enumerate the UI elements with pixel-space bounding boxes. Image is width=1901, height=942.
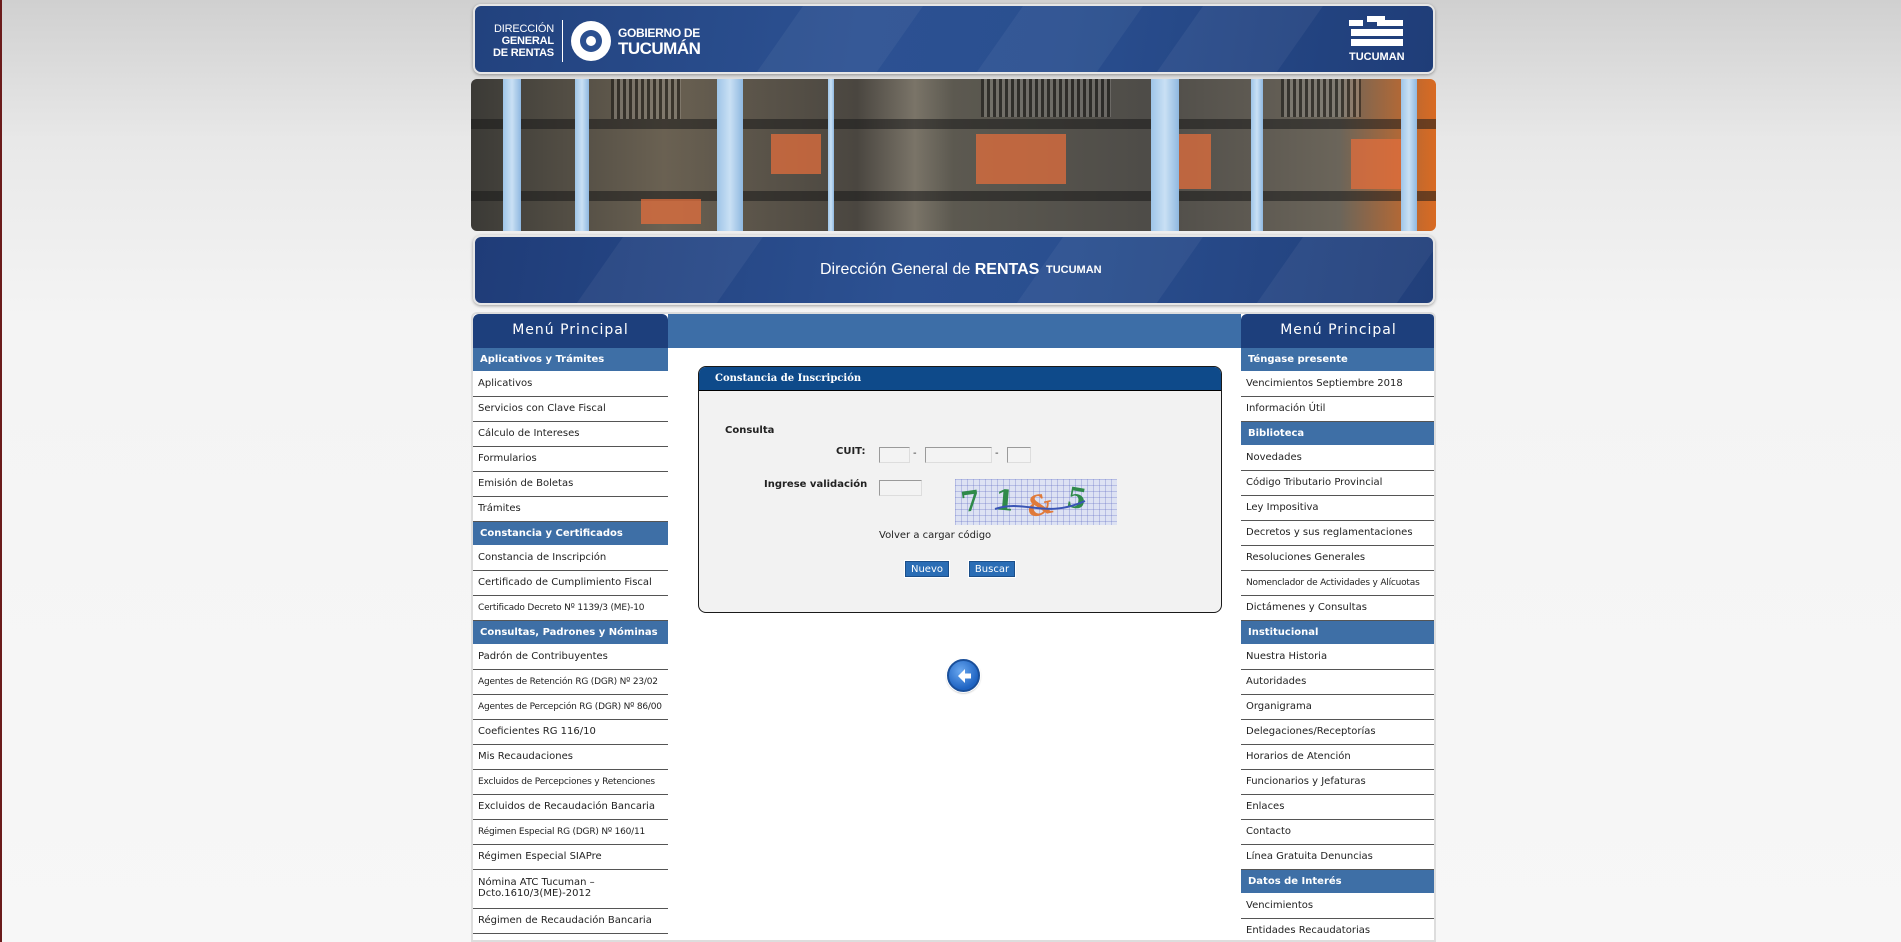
validation-input[interactable] xyxy=(879,480,922,496)
dgr-line-1: DIRECCIÓN xyxy=(494,23,554,35)
left-menu-item[interactable]: Formularios xyxy=(473,447,668,472)
right-menu-item[interactable]: Ley Impositiva xyxy=(1241,496,1434,521)
cuit-separator: - xyxy=(913,448,917,459)
left-sidebar: Menú Principal Aplicativos y Trámites Ap… xyxy=(473,314,668,934)
left-menu-item[interactable]: Régimen Especial RG (DGR) Nº 160/11 xyxy=(473,820,668,845)
cuit-check-digit-input[interactable] xyxy=(1007,447,1031,463)
left-menu-item[interactable]: Emisión de Boletas xyxy=(473,472,668,497)
right-menu-item[interactable]: Resoluciones Generales xyxy=(1241,546,1434,571)
title-bar: Dirección General de RENTAS TUCUMAN xyxy=(473,235,1435,305)
sun-logo-icon xyxy=(570,21,611,61)
right-menu-title: Menú Principal xyxy=(1241,314,1434,348)
right-menu-item[interactable]: Nuestra Historia xyxy=(1241,645,1434,670)
dgr-line-2: GENERAL xyxy=(501,35,555,47)
left-menu-item[interactable]: Excluidos de Recaudación Bancaria xyxy=(473,795,668,820)
page-wrapper: DIRECCIÓN GENERAL DE RENTAS GOBIERNO DE … xyxy=(471,0,1436,942)
right-menu-item[interactable]: Enlaces xyxy=(1241,795,1434,820)
left-section-heading: Aplicativos y Trámites xyxy=(473,348,668,372)
site-header: DIRECCIÓN GENERAL DE RENTAS GOBIERNO DE … xyxy=(473,4,1435,74)
right-menu-item[interactable]: Delegaciones/Receptorías xyxy=(1241,720,1434,745)
right-menu-item[interactable]: Vencimientos Septiembre 2018 xyxy=(1241,372,1434,397)
page-title-province: TUCUMAN xyxy=(1046,264,1102,276)
dgr-logo[interactable]: DIRECCIÓN GENERAL DE RENTAS GOBIERNO DE … xyxy=(493,18,701,64)
left-menu-item[interactable]: Nómina ATC Tucuman – Dcto.1610/3(ME)-201… xyxy=(473,870,668,909)
right-menu-item[interactable]: Dictámenes y Consultas xyxy=(1241,596,1434,621)
logo-divider xyxy=(561,20,563,62)
page-title-prefix: Dirección General de xyxy=(820,261,975,278)
left-menu-item[interactable]: Cálculo de Intereses xyxy=(473,422,668,447)
right-menu-item[interactable]: Información Útil xyxy=(1241,397,1434,422)
right-menu-item[interactable]: Línea Gratuita Denuncias xyxy=(1241,845,1434,870)
right-section-heading: Institucional xyxy=(1241,621,1434,645)
center-header-strip xyxy=(668,314,1241,348)
reload-captcha-link[interactable]: Volver a cargar código xyxy=(879,530,991,541)
gobierno-logo-text: GOBIERNO DE TUCUMÁN xyxy=(617,25,701,58)
page-title: Dirección General de RENTAS xyxy=(820,261,1039,279)
right-menu-item[interactable]: Decretos y sus reglamentaciones xyxy=(1241,521,1434,546)
validation-label: Ingrese validación xyxy=(764,479,868,490)
left-menu-item[interactable]: Aplicativos xyxy=(473,372,668,397)
cuit-prefix-input[interactable] xyxy=(879,447,910,463)
page-title-bold: RENTAS xyxy=(974,261,1040,278)
main-content-area: Menú Principal Aplicativos y Trámites Ap… xyxy=(471,312,1436,942)
back-button[interactable] xyxy=(947,659,980,692)
captcha-image: 7 1 & 5 xyxy=(955,479,1117,525)
building-photo-banner xyxy=(471,79,1436,231)
left-menu-item[interactable]: Mis Recaudaciones xyxy=(473,745,668,770)
left-menu-title: Menú Principal xyxy=(473,314,668,348)
right-section-heading: Datos de Interés xyxy=(1241,870,1434,894)
right-menu-item[interactable]: Funcionarios y Jefaturas xyxy=(1241,770,1434,795)
right-menu-item[interactable]: Nomenclador de Actividades y Alícuotas xyxy=(1241,571,1434,596)
left-menu-item[interactable]: Servicios con Clave Fiscal xyxy=(473,397,668,422)
left-menu-item[interactable]: Régimen Especial SIAPre xyxy=(473,845,668,870)
tucuman-logo[interactable]: TUCUMAN xyxy=(1349,16,1405,63)
left-menu-item[interactable]: Certificado Decreto Nº 1139/3 (ME)-10 xyxy=(473,596,668,621)
left-menu-item[interactable]: Agentes de Percepción RG (DGR) Nº 86/00 xyxy=(473,695,668,720)
left-menu-item[interactable]: Coeficientes RG 116/10 xyxy=(473,720,668,745)
cuit-number-input[interactable] xyxy=(925,447,992,463)
right-menu-item[interactable]: Autoridades xyxy=(1241,670,1434,695)
left-menu-item[interactable]: Agentes de Retención RG (DGR) Nº 23/02 xyxy=(473,670,668,695)
tucuman-stacked-bars-icon xyxy=(1349,16,1403,48)
right-menu-item[interactable]: Novedades xyxy=(1241,446,1434,471)
gob-line-2: TUCUMÁN xyxy=(617,39,701,58)
right-sidebar: Menú Principal Téngase presente Vencimie… xyxy=(1241,314,1434,940)
constancia-form-panel: Constancia de Inscripción Consulta CUIT:… xyxy=(698,366,1222,613)
right-section-heading: Biblioteca xyxy=(1241,422,1434,446)
left-menu-item[interactable]: Padrón de Contribuyentes xyxy=(473,645,668,670)
captcha-noise-line xyxy=(994,500,1086,510)
right-menu-item[interactable]: Organigrama xyxy=(1241,695,1434,720)
cuit-label: CUIT: xyxy=(836,446,866,457)
dgr-logo-text: DIRECCIÓN GENERAL DE RENTAS xyxy=(493,23,554,59)
left-menu-item[interactable]: Trámites xyxy=(473,497,668,522)
right-menu-item[interactable]: Entidades Recaudatorias xyxy=(1241,919,1434,940)
right-menu-item[interactable]: Vencimientos xyxy=(1241,894,1434,919)
right-menu-item[interactable]: Código Tributario Provincial xyxy=(1241,471,1434,496)
right-menu-item[interactable]: Contacto xyxy=(1241,820,1434,845)
consulta-label: Consulta xyxy=(725,425,775,436)
search-button[interactable]: Buscar xyxy=(968,560,1016,578)
left-menu-item[interactable]: Constancia de Inscripción xyxy=(473,546,668,571)
form-title: Constancia de Inscripción xyxy=(699,367,1221,391)
tucuman-logo-text: TUCUMAN xyxy=(1349,51,1405,63)
left-section-heading: Consultas, Padrones y Nóminas xyxy=(473,621,668,645)
left-menu-item[interactable]: Régimen de Recaudación Bancaria xyxy=(473,909,668,934)
right-menu-item[interactable]: Horarios de Atención xyxy=(1241,745,1434,770)
arrow-left-circle-icon xyxy=(958,669,971,683)
dgr-line-3: DE RENTAS xyxy=(493,47,554,59)
left-section-heading: Constancia y Certificados xyxy=(473,522,668,546)
new-button[interactable]: Nuevo xyxy=(904,560,950,578)
left-menu-item[interactable]: Excluidos de Percepciones y Retenciones xyxy=(473,770,668,795)
right-section-heading: Téngase presente xyxy=(1241,348,1434,372)
cuit-separator: - xyxy=(995,448,999,459)
left-menu-item[interactable]: Certificado de Cumplimiento Fiscal xyxy=(473,571,668,596)
